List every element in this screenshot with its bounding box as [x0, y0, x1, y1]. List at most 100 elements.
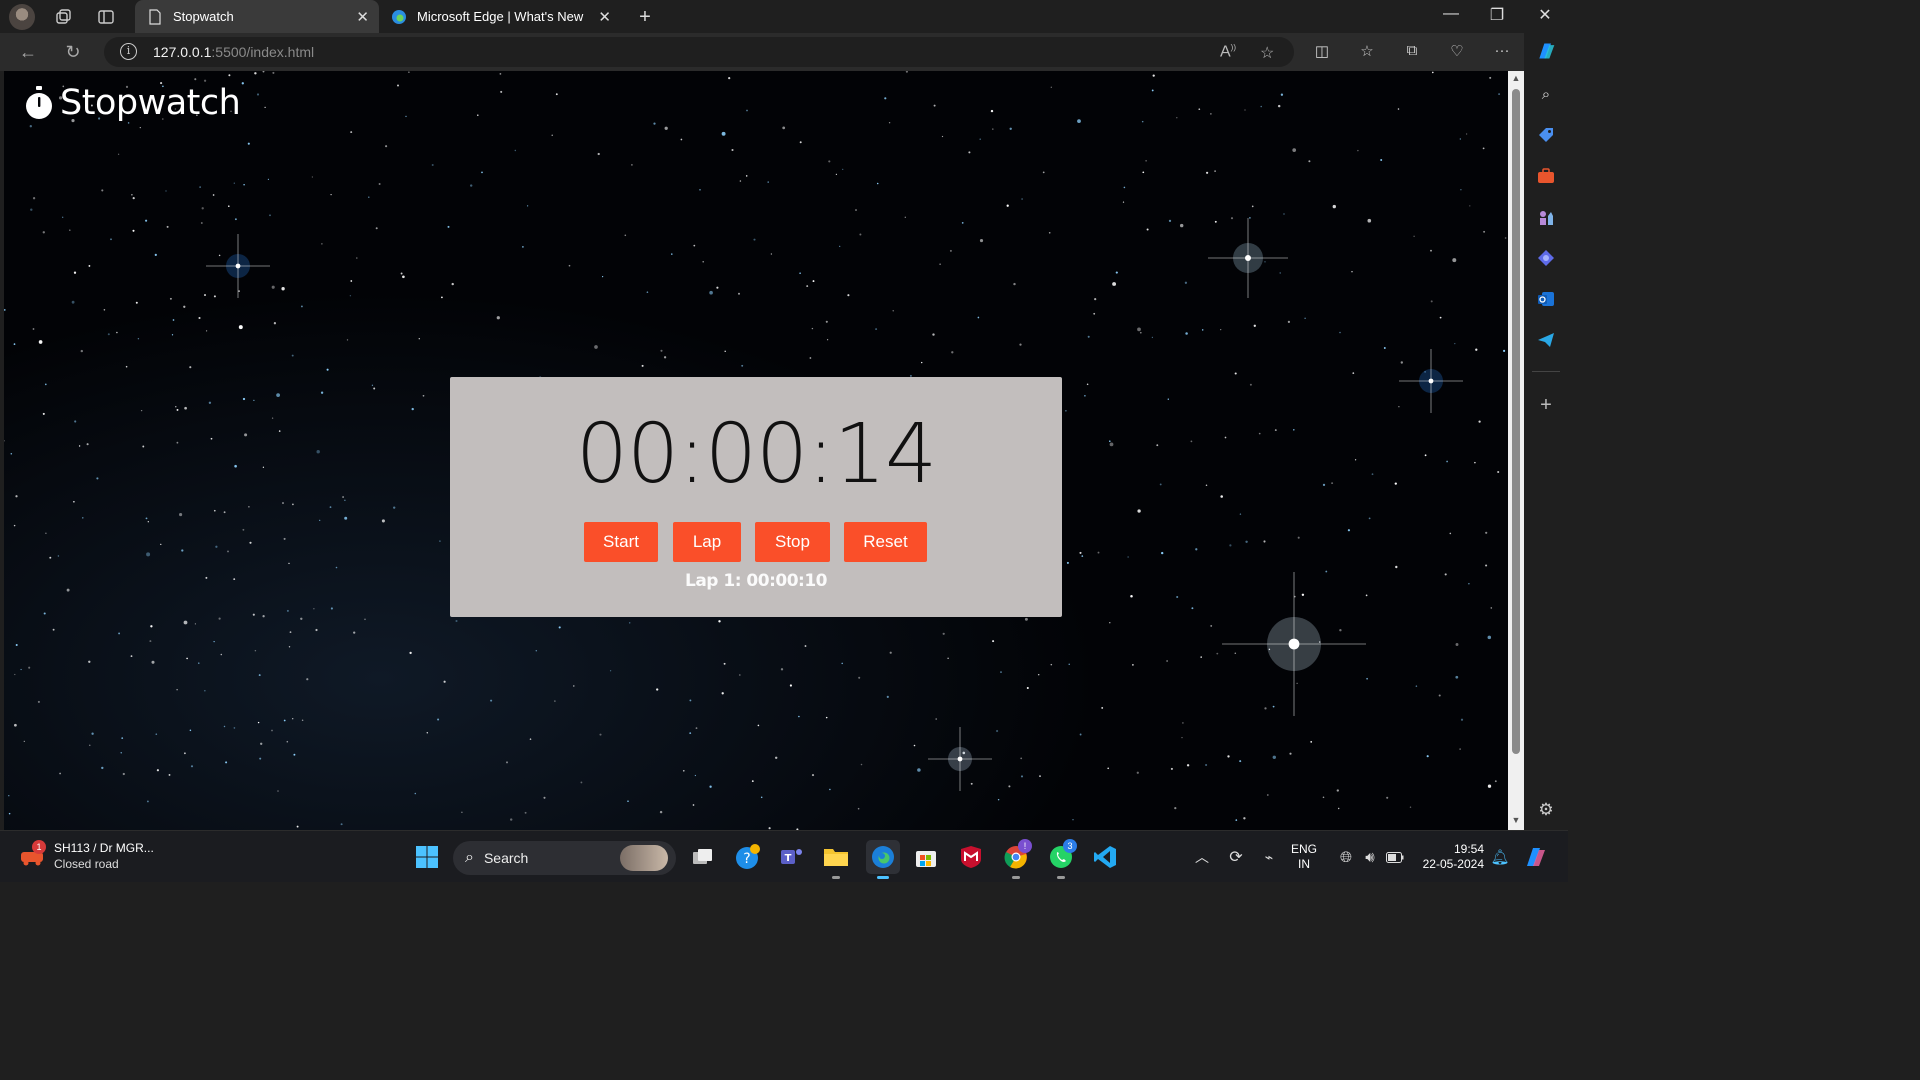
chrome-icon[interactable]: !: [1002, 839, 1032, 879]
taskbar-search[interactable]: ⌕ Search: [453, 841, 676, 875]
stop-button[interactable]: Stop: [755, 522, 830, 562]
weather-widget[interactable]: 1 SH113 / Dr MGR... Closed road: [18, 840, 154, 872]
minimize-icon[interactable]: —: [1436, 5, 1466, 23]
edge-sidebar: ⌕ + ⚙: [1524, 33, 1568, 830]
url-text[interactable]: 127.0.0.1:5500/index.html: [153, 44, 314, 60]
help-icon[interactable]: ?: [734, 843, 762, 871]
chess-icon[interactable]: [1536, 207, 1556, 227]
url-rest: :5500/index.html: [211, 44, 315, 60]
favorites-icon[interactable]: ☆: [1357, 42, 1377, 62]
weather-badge: 1: [32, 840, 46, 854]
chevron-up-icon[interactable]: ︿: [1188, 843, 1216, 871]
add-icon[interactable]: +: [1536, 394, 1556, 416]
copilot-icon[interactable]: [1536, 41, 1556, 61]
input-language[interactable]: ENG IN: [1291, 842, 1317, 872]
workspaces-icon[interactable]: [50, 4, 76, 30]
tab-whats-new[interactable]: Microsoft Edge | What's New ✕: [379, 0, 621, 33]
teams-icon[interactable]: T: [778, 843, 806, 871]
page-viewport: Stopwatch 00:00:14 Start Lap Stop Reset …: [4, 71, 1508, 830]
lang-line1: ENG: [1291, 842, 1318, 856]
page-logo: Stopwatch: [24, 83, 241, 123]
new-tab-icon[interactable]: +: [632, 4, 658, 30]
close-icon[interactable]: ✕: [1530, 5, 1560, 25]
reset-button[interactable]: Reset: [844, 522, 927, 562]
collections-icon[interactable]: ⧉: [1402, 42, 1422, 62]
page-title: Stopwatch: [60, 83, 241, 123]
browser-toolbar: ← ↻ i 127.0.0.1:5500/index.html A)) ☆ ◫ …: [0, 33, 1568, 71]
tag-icon[interactable]: [1536, 125, 1556, 145]
svg-text:T: T: [785, 853, 792, 864]
weather-title: SH113 / Dr MGR...: [54, 841, 154, 855]
restore-icon[interactable]: ❐: [1482, 5, 1512, 25]
active-indicator: [877, 876, 889, 879]
refresh-icon[interactable]: ↻: [62, 41, 84, 63]
address-bar[interactable]: i 127.0.0.1:5500/index.html A)) ☆: [104, 37, 1294, 67]
vscode-icon[interactable]: [1091, 843, 1119, 871]
copilot-app-icon[interactable]: [1536, 248, 1556, 268]
running-indicator: [1057, 876, 1065, 879]
taskbar: 1 SH113 / Dr MGR... Closed road ⌕ Search…: [0, 830, 1568, 882]
page-scrollbar[interactable]: ▲ ▼: [1508, 71, 1524, 830]
read-aloud-label: A: [1220, 43, 1231, 61]
close-tab-icon[interactable]: ✕: [356, 8, 369, 26]
page-icon: [149, 8, 161, 25]
url-host: 127.0.0.1: [153, 44, 212, 60]
scroll-thumb[interactable]: [1512, 89, 1520, 754]
chrome-badge: !: [1018, 839, 1032, 853]
battery-icon[interactable]: [1381, 843, 1409, 871]
system-clock[interactable]: 19:54 22-05-2024: [1418, 842, 1484, 872]
running-indicator: [832, 876, 840, 879]
back-icon[interactable]: ←: [17, 41, 39, 63]
lap-entry: Lap 1: 00:00:10: [684, 571, 828, 591]
profile-avatar[interactable]: [9, 4, 35, 30]
svg-text:?: ?: [743, 851, 750, 867]
split-screen-icon[interactable]: ◫: [1312, 42, 1332, 62]
lang-line2: IN: [1298, 857, 1310, 871]
lap-button[interactable]: Lap: [673, 522, 741, 562]
traffic-alert-icon: 1: [18, 840, 46, 868]
clock-time: 19:54: [1453, 842, 1484, 856]
timer-display: 00:00:14: [575, 407, 937, 502]
settings-icon[interactable]: ⚙: [1536, 800, 1556, 820]
network-offline-icon[interactable]: ⌁: [1255, 843, 1283, 871]
site-info-icon[interactable]: i: [120, 43, 137, 60]
close-tab-icon[interactable]: ✕: [598, 8, 611, 26]
stopwatch-card: 00:00:14 Start Lap Stop Reset Lap 1: 00:…: [450, 377, 1062, 617]
telegram-icon[interactable]: [1536, 330, 1556, 350]
start-icon[interactable]: [413, 843, 441, 871]
notifications-icon[interactable]: 🔔︎: [1486, 843, 1514, 871]
store-icon[interactable]: [912, 843, 940, 871]
mcafee-icon[interactable]: [957, 843, 985, 871]
search-highlight-image: [620, 845, 668, 871]
volume-icon[interactable]: 🔊︎: [1356, 843, 1384, 871]
search-icon[interactable]: ⌕: [1536, 84, 1556, 104]
search-placeholder: Search: [483, 850, 529, 866]
weather-subtitle: Closed road: [54, 857, 119, 871]
tab-title: Stopwatch: [173, 9, 234, 24]
whatsapp-icon[interactable]: 3: [1047, 839, 1077, 879]
more-options-icon[interactable]: ···: [1492, 42, 1512, 62]
tab-stopwatch[interactable]: Stopwatch ✕: [135, 0, 379, 33]
favorite-star-icon[interactable]: ☆: [1260, 43, 1274, 63]
clock-date: 22-05-2024: [1422, 857, 1484, 871]
briefcase-icon[interactable]: [1536, 166, 1556, 186]
running-indicator: [1012, 876, 1020, 879]
edge-icon: [392, 9, 406, 24]
whatsapp-badge: 3: [1063, 839, 1077, 853]
edge-icon[interactable]: [866, 840, 900, 879]
task-view-icon[interactable]: [689, 843, 717, 871]
sidebar-divider: [1532, 371, 1560, 372]
search-icon: ⌕: [465, 849, 474, 866]
browser-tab-bar: Stopwatch ✕ Microsoft Edge | What's New …: [0, 0, 1568, 33]
scroll-down-icon[interactable]: ▼: [1511, 815, 1521, 825]
copilot-taskbar-icon[interactable]: [1522, 843, 1550, 871]
read-aloud-icon[interactable]: A)): [1220, 43, 1236, 61]
scroll-up-icon[interactable]: ▲: [1511, 73, 1521, 83]
browser-essentials-icon[interactable]: ♡: [1447, 42, 1467, 62]
start-button[interactable]: Start: [584, 522, 658, 562]
outlook-icon[interactable]: [1536, 289, 1556, 309]
sync-icon[interactable]: ⟳: [1222, 843, 1250, 871]
vertical-tabs-icon[interactable]: [93, 4, 119, 30]
file-explorer-icon[interactable]: [822, 843, 850, 879]
tab-title: Microsoft Edge | What's New: [417, 9, 584, 24]
